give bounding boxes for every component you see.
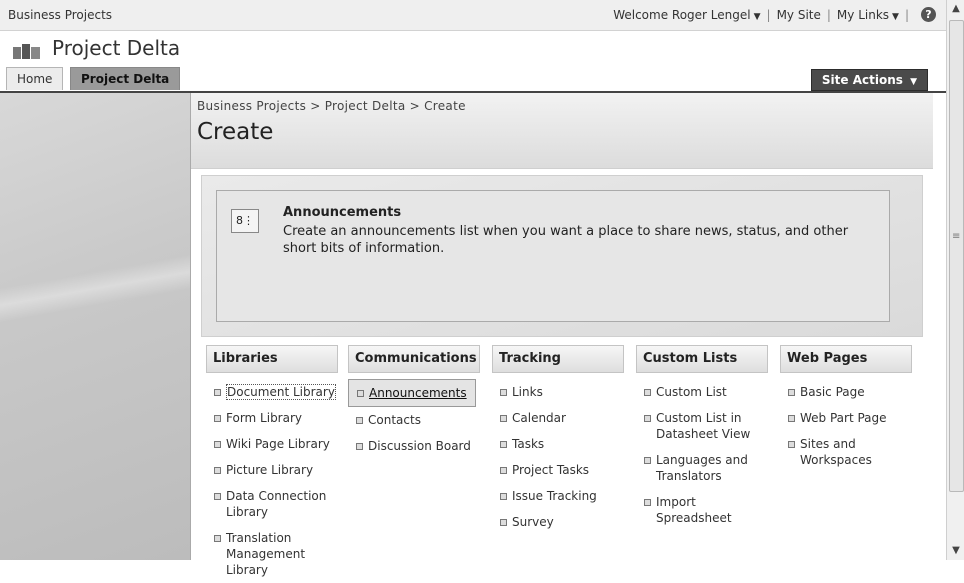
tab-project-delta[interactable]: Project Delta <box>70 67 181 90</box>
category-header: Libraries <box>206 345 338 373</box>
category-header: Custom Lists <box>636 345 768 373</box>
top-bar: Business Projects Welcome Roger Lengel ▼ … <box>0 0 946 31</box>
site-title[interactable]: Project Delta <box>52 36 180 60</box>
list-item-selected[interactable]: Announcements <box>348 379 476 407</box>
list-item[interactable]: Sites and Workspaces <box>780 431 912 473</box>
list-item[interactable]: Wiki Page Library <box>206 431 338 457</box>
list-item[interactable]: Survey <box>492 509 624 535</box>
separator: | <box>766 7 771 22</box>
list-item[interactable]: Contacts <box>348 407 480 433</box>
user-links: Welcome Roger Lengel ▼ | My Site | My Lin… <box>613 7 936 22</box>
help-icon[interactable]: ? <box>921 7 936 22</box>
list-item[interactable]: Discussion Board <box>348 433 480 459</box>
list-item[interactable]: Translation Management Library <box>206 525 338 583</box>
list-item[interactable]: Issue Tracking <box>492 483 624 509</box>
description-text: Create an announcements list when you wa… <box>283 224 849 256</box>
tab-home[interactable]: Home <box>6 67 64 90</box>
list-item[interactable]: Custom List in Datasheet View <box>636 405 768 447</box>
description-box: 8⋮ Announcements Create an announcements… <box>216 190 890 322</box>
breadcrumb[interactable]: Business Projects > Project Delta > Crea… <box>197 99 466 113</box>
list-item[interactable]: Links <box>492 379 624 405</box>
welcome-menu[interactable]: Welcome Roger Lengel ▼ <box>613 8 760 22</box>
list-item[interactable]: Project Tasks <box>492 457 624 483</box>
scroll-down-icon[interactable]: ▼ <box>949 544 963 558</box>
list-item[interactable]: Tasks <box>492 431 624 457</box>
list-item[interactable]: Custom List <box>636 379 768 405</box>
category-tracking: Tracking Links Calendar Tasks Project Ta… <box>492 345 624 535</box>
list-item[interactable]: Document Library <box>206 379 338 405</box>
chevron-down-icon: ▼ <box>892 11 899 22</box>
announcements-icon: 8⋮ <box>231 209 259 233</box>
left-panel <box>0 93 191 560</box>
chevron-down-icon: ▼ <box>910 77 917 87</box>
separator: | <box>826 7 831 22</box>
welcome-text: Welcome Roger Lengel <box>613 7 751 22</box>
list-item[interactable]: Basic Page <box>780 379 912 405</box>
list-item[interactable]: Form Library <box>206 405 338 431</box>
list-item[interactable]: Import Spreadsheet <box>636 489 768 531</box>
category-communications: Communications Announcements Contacts Di… <box>348 345 480 459</box>
vertical-scrollbar[interactable]: ▲ ▼ <box>946 0 964 560</box>
site-name-link[interactable]: Business Projects <box>8 8 112 22</box>
list-item[interactable]: Picture Library <box>206 457 338 483</box>
category-header: Tracking <box>492 345 624 373</box>
my-site-link[interactable]: My Site <box>777 8 821 22</box>
list-item[interactable]: Languages and Translators <box>636 447 768 489</box>
category-web-pages: Web Pages Basic Page Web Part Page Sites… <box>780 345 912 473</box>
list-item[interactable]: Web Part Page <box>780 405 912 431</box>
site-actions-label: Site Actions <box>821 73 903 87</box>
list-item[interactable]: Data Connection Library <box>206 483 338 525</box>
scroll-up-icon[interactable]: ▲ <box>949 2 963 16</box>
main-content: Business Projects > Project Delta > Crea… <box>191 93 933 577</box>
site-logo-icon <box>13 44 40 59</box>
description-title: Announcements <box>283 205 402 220</box>
top-nav: Home Project Delta Site Actions ▼ <box>0 67 946 93</box>
page-title: Create <box>197 119 274 145</box>
my-links-menu[interactable]: My Links ▼ <box>837 8 899 22</box>
chevron-down-icon: ▼ <box>753 11 761 22</box>
description-panel: 8⋮ Announcements Create an announcements… <box>201 175 923 337</box>
page-header: Business Projects > Project Delta > Crea… <box>191 93 933 169</box>
category-libraries: Libraries Document Library Form Library … <box>206 345 338 583</box>
category-header: Communications <box>348 345 480 373</box>
site-actions-button[interactable]: Site Actions ▼ <box>810 69 928 91</box>
list-item[interactable]: Calendar <box>492 405 624 431</box>
category-custom-lists: Custom Lists Custom List Custom List in … <box>636 345 768 531</box>
separator: | <box>904 7 909 22</box>
category-header: Web Pages <box>780 345 912 373</box>
scroll-thumb[interactable] <box>949 20 964 492</box>
my-links-text: My Links <box>836 7 890 22</box>
